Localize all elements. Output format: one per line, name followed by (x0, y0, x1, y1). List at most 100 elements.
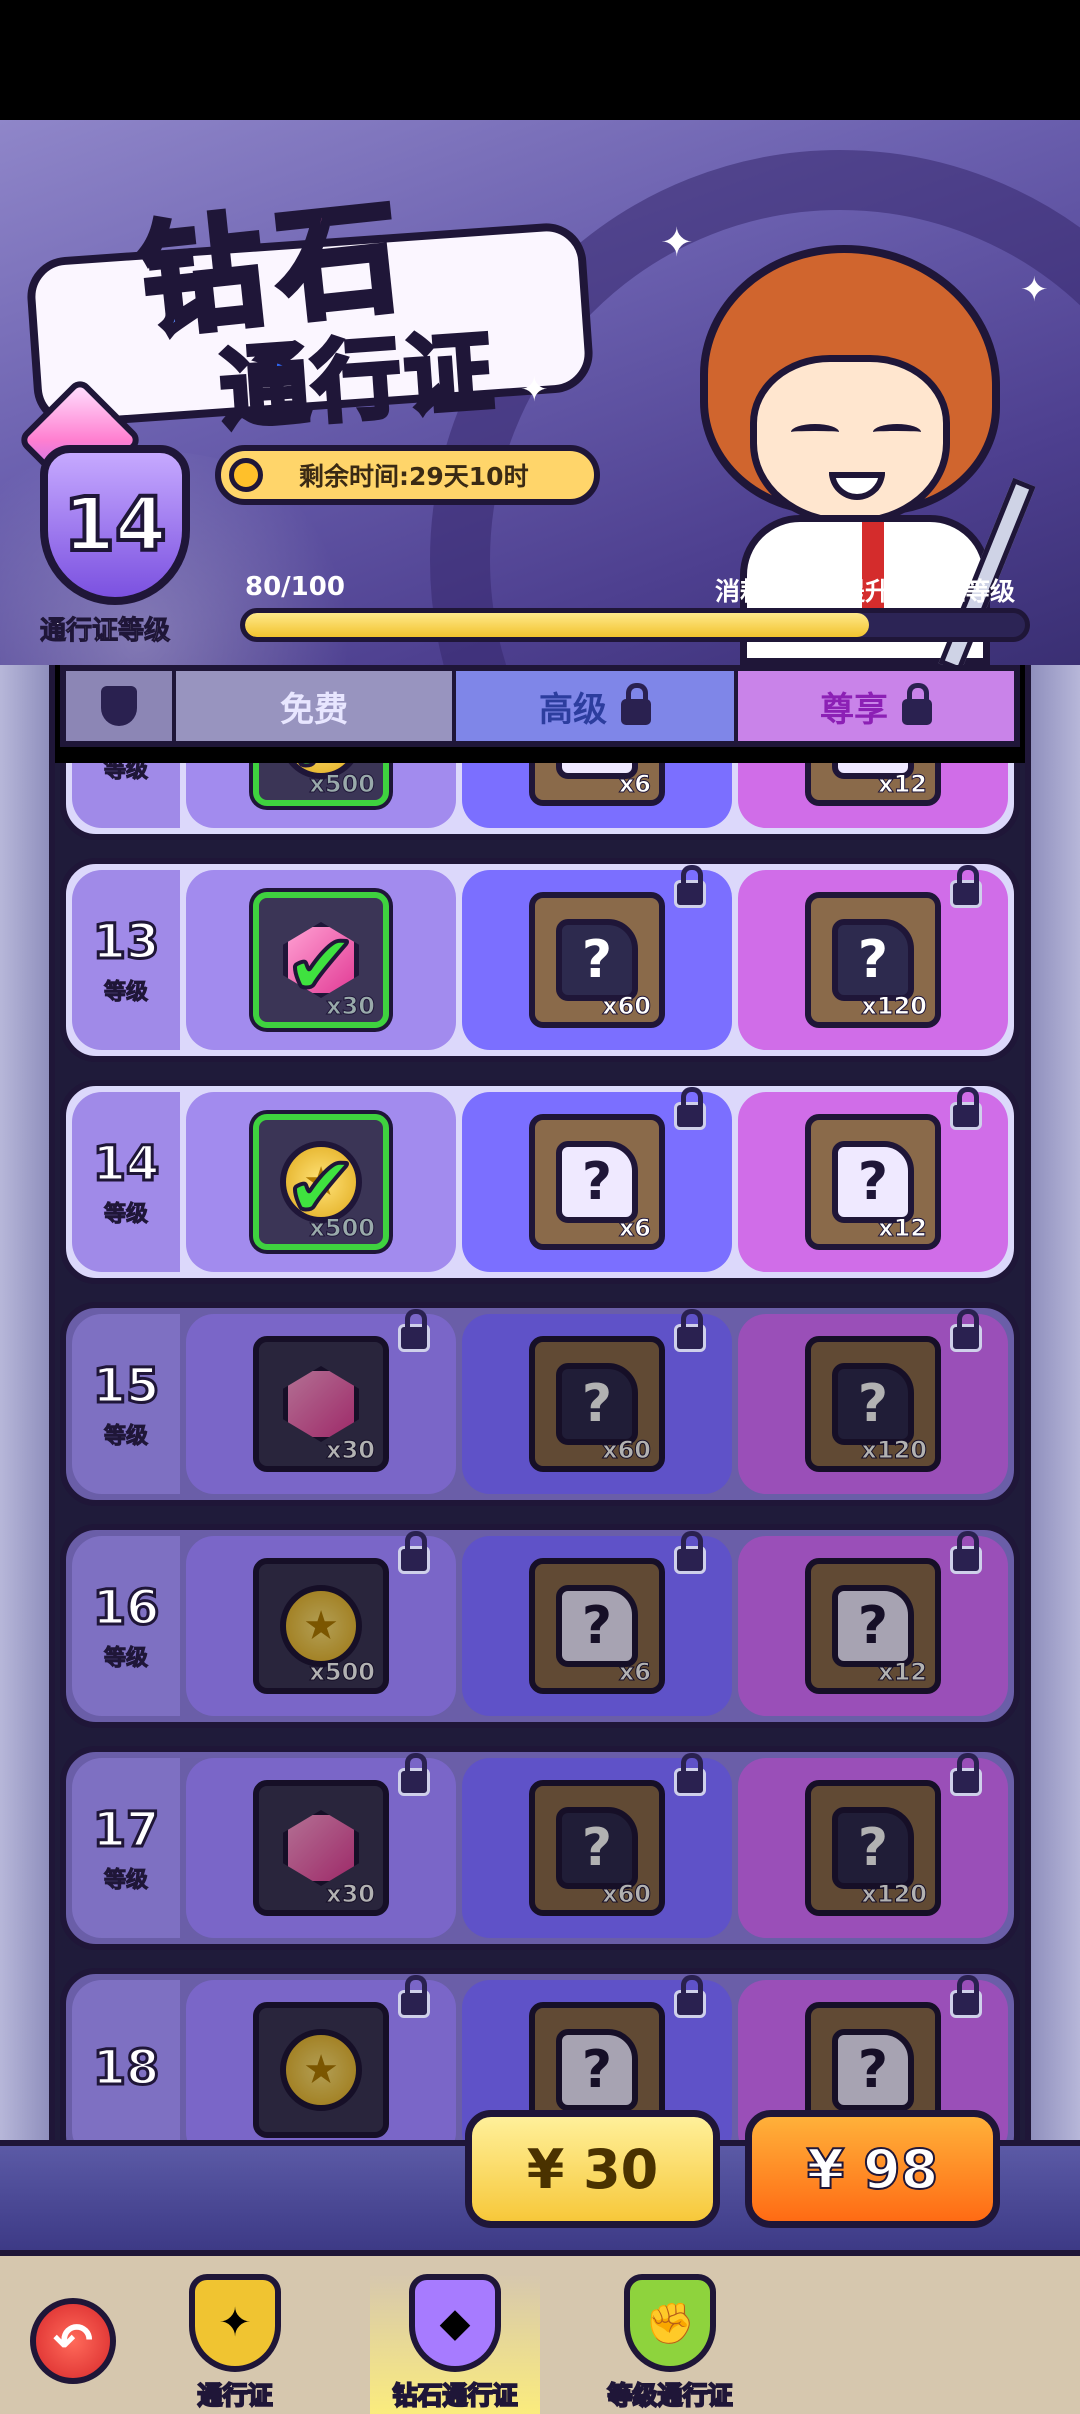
reward-list[interactable]: 12等级★x500✔?x6?x1213等级x30✔?x60?x12014等级★x… (55, 763, 1025, 2153)
item-quantity: x12 (878, 770, 928, 799)
shield-icon (101, 686, 137, 726)
level-caption: 通行证等级 (39, 616, 171, 647)
advanced-label: 高级 (539, 689, 607, 730)
character-eye (873, 424, 921, 440)
nav-tab-diamond-pass[interactable]: ◆ 钻石通行证 (370, 2274, 540, 2414)
item-quantity: x6 (618, 1214, 651, 1243)
item-quantity: x120 (861, 992, 928, 1021)
free-reward-item: x30 (253, 1336, 389, 1472)
reward-row: 15 等级 x30? x60? x120 (60, 1302, 1020, 1506)
lock-icon (674, 1531, 706, 1574)
lock-icon (950, 1753, 982, 1796)
reward-columns-header: 免费 高级 尊享 (60, 665, 1020, 747)
mystery-box-icon: ? (832, 1141, 914, 1223)
level-number: 14 (62, 480, 169, 570)
reward-row: 13 等级 x30 ✔? x60? x120 (60, 858, 1020, 1062)
lock-icon (950, 1309, 982, 1352)
item-quantity: x60 (602, 1880, 652, 1909)
star-shield-icon: ✦ (189, 2274, 281, 2372)
row-level-number: 17 (91, 1801, 161, 1860)
item-quantity: x120 (861, 1880, 928, 1909)
vip-reward-cell[interactable]: ?x12 (738, 1531, 1008, 1716)
row-level: 12等级 (72, 763, 180, 828)
item-quantity: x60 (602, 1436, 652, 1465)
vip-reward-cell[interactable]: ? x120 (738, 1309, 1008, 1494)
character-mouth (829, 472, 885, 500)
progress-hint[interactable]: 消耗钻石来提升通行证等级 (715, 572, 1015, 608)
right-frame (1025, 665, 1080, 2255)
time-remaining-text: 剩余时间:29天10时 (299, 462, 529, 491)
advanced-reward-item: ? x60 (529, 1780, 665, 1916)
advanced-reward-cell[interactable]: ?x6 (462, 763, 732, 828)
character-eye (791, 424, 839, 440)
vip-reward-cell[interactable]: ? x120 (738, 1753, 1008, 1938)
undo-arrow-icon[interactable]: ↶ (30, 2298, 116, 2384)
nav-tab-level-pass[interactable]: ✊ 等级通行证 (585, 2274, 755, 2414)
vip-reward-item: ? x120 (805, 892, 941, 1028)
advanced-reward-cell[interactable]: ? x60 (462, 1753, 732, 1938)
mystery-box-icon: ? (556, 2029, 638, 2111)
vip-reward-cell[interactable]: ?x12 (738, 763, 1008, 828)
reward-list-inner: 12等级★x500✔?x6?x1213等级x30✔?x60?x12014等级★x… (55, 763, 1025, 2153)
item-quantity: x6 (618, 1658, 651, 1687)
coin-icon: ★ (280, 2029, 362, 2111)
mystery-box-icon: ? (832, 2029, 914, 2111)
lock-icon (950, 1975, 982, 2018)
free-reward-cell[interactable]: x30 ✔ (186, 870, 456, 1050)
buy-vip-button[interactable]: ¥ 98 (745, 2110, 1000, 2228)
vip-label: 尊享 (820, 689, 888, 730)
free-reward-cell[interactable]: ★x500✔ (186, 763, 456, 828)
mystery-box-icon: ? (832, 1363, 914, 1445)
vip-reward-cell[interactable]: ? x120 (738, 865, 1008, 1050)
advanced-reward-cell[interactable]: ? x60 (462, 865, 732, 1050)
app-root: 钻石 通行证 ✦ ✦ ✦ 14 通行证等级 剩余时间:29天10时 80/100… (0, 0, 1080, 2414)
free-reward-item: ★x500✔ (253, 1114, 389, 1250)
advanced-reward-item: ?x6 (529, 1558, 665, 1694)
advanced-reward-cell[interactable]: ?x6 (462, 1087, 732, 1272)
item-quantity: x60 (602, 992, 652, 1021)
free-reward-cell[interactable]: ★x500✔ (186, 1092, 456, 1272)
row-level: 17 等级 (72, 1758, 180, 1938)
pass-title: 钻石 通行证 (120, 160, 580, 444)
row-level-number: 13 (91, 913, 161, 972)
lock-icon (674, 1309, 706, 1352)
time-remaining-pill: 剩余时间:29天10时 (215, 445, 600, 505)
advanced-reward-cell[interactable]: ? x60 (462, 1309, 732, 1494)
tab-free: 免费 (176, 671, 456, 741)
nav-tab-pass[interactable]: ✦ 通行证 (150, 2274, 320, 2414)
free-reward-cell[interactable]: ★ (186, 1975, 456, 2153)
gem-icon (283, 1810, 359, 1886)
level-badge: 14 (40, 445, 190, 605)
reward-row: 12等级 ★x500✔ ?x6 ?x12 (60, 763, 1020, 840)
buy-advanced-button[interactable]: ¥ 30 (465, 2110, 720, 2228)
row-level-unit: 等级 (103, 980, 148, 1006)
free-reward-item: ★ (253, 2002, 389, 2138)
bottom-nav: ↶ ✦ 通行证 ◆ 钻石通行证 ✊ 等级通行证 (0, 2250, 1080, 2414)
row-level-unit: 等级 (103, 763, 148, 784)
lock-icon (674, 865, 706, 908)
lock-icon (950, 1531, 982, 1574)
tab-vip: 尊享 (738, 671, 1014, 741)
row-level-number: 14 (91, 1135, 161, 1194)
lock-icon (902, 683, 932, 725)
character-face (750, 355, 950, 525)
advanced-reward-cell[interactable]: ?x6 (462, 1531, 732, 1716)
mystery-box-icon: ? (556, 919, 638, 1001)
lock-icon (398, 1531, 430, 1574)
gem-icon (283, 1366, 359, 1442)
row-level-number: 16 (91, 1579, 161, 1638)
item-quantity: x30 (326, 1436, 376, 1465)
row-level-unit: 等级 (103, 1202, 148, 1228)
vip-reward-cell[interactable]: ?x12 (738, 1087, 1008, 1272)
item-quantity: x120 (861, 1436, 928, 1465)
advanced-reward-item: ? x60 (529, 892, 665, 1028)
advanced-reward-item: ?x6 (529, 1114, 665, 1250)
free-reward-cell[interactable]: x30 (186, 1309, 456, 1494)
vip-reward-item: ?x12 (805, 763, 941, 806)
lock-icon (398, 1975, 430, 2018)
free-reward-cell[interactable]: x30 (186, 1753, 456, 1938)
item-quantity: x500 (309, 1658, 376, 1687)
free-reward-cell[interactable]: ★ x500 (186, 1531, 456, 1716)
lock-icon (950, 865, 982, 908)
title-line2: 通行证 (215, 317, 503, 444)
